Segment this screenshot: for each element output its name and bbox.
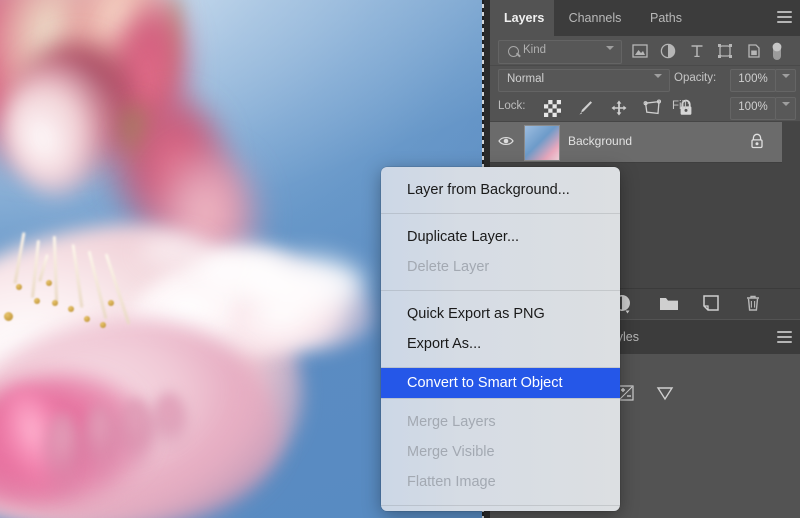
opacity-value: 100% bbox=[731, 73, 775, 85]
tab-paths[interactable]: Paths bbox=[636, 0, 694, 36]
menu-item-label: Delete Layer bbox=[407, 259, 489, 275]
lock-transparent-pixels-icon[interactable] bbox=[538, 97, 567, 119]
menu-pad bbox=[381, 291, 620, 299]
layer-context-menu[interactable]: Layer from Background... Duplicate Layer… bbox=[381, 167, 620, 511]
anther-5 bbox=[84, 316, 90, 322]
adjustment-layer-filter-icon[interactable] bbox=[656, 40, 680, 62]
menu-item-label: Convert to Smart Object bbox=[407, 375, 563, 391]
fill-input[interactable]: 100% bbox=[730, 97, 776, 120]
screen: Layers Channels Paths Kind bbox=[0, 0, 800, 518]
fill-value: 100% bbox=[731, 101, 775, 113]
anther-1 bbox=[16, 284, 22, 290]
tab-paths-label: Paths bbox=[650, 11, 682, 25]
bokeh-highlight-2 bbox=[244, 256, 364, 310]
anther-6 bbox=[100, 322, 106, 328]
menu-item-delete-layer: Delete Layer bbox=[381, 252, 620, 282]
layer-thumbnail[interactable] bbox=[524, 125, 560, 161]
type-layer-filter-icon[interactable] bbox=[685, 40, 709, 62]
tab-layers[interactable]: Layers bbox=[490, 0, 554, 36]
menu-pad bbox=[381, 282, 620, 290]
opacity-stepper[interactable] bbox=[775, 69, 796, 92]
search-icon bbox=[508, 46, 519, 57]
menu-pad bbox=[381, 205, 620, 213]
eye-icon[interactable] bbox=[498, 135, 514, 147]
table-row[interactable]: Background bbox=[490, 122, 782, 163]
tab-channels[interactable]: Channels bbox=[554, 0, 636, 36]
blend-mode-value: Normal bbox=[507, 73, 544, 85]
kind-filter-label: Kind bbox=[523, 44, 546, 56]
menu-top-pad bbox=[381, 167, 620, 175]
menu-pad bbox=[381, 497, 620, 505]
menu-item-export-as[interactable]: Export As... bbox=[381, 329, 620, 359]
new-group-icon[interactable] bbox=[658, 293, 680, 315]
layers-panel-tabbar: Layers Channels Paths bbox=[490, 0, 800, 36]
lock-row: Lock: bbox=[490, 94, 800, 122]
menu-item-merge-layers: Merge Layers bbox=[381, 407, 620, 437]
anther-2 bbox=[34, 298, 40, 304]
menu-item-label: Quick Export as PNG bbox=[407, 306, 545, 322]
opacity-input[interactable]: 100% bbox=[730, 69, 776, 92]
menu-item-label: Merge Layers bbox=[407, 414, 496, 430]
opacity-label: Opacity: bbox=[674, 72, 716, 84]
menu-pad bbox=[381, 214, 620, 222]
lock-artboard-nesting-icon[interactable] bbox=[638, 97, 667, 119]
layer-name[interactable]: Background bbox=[568, 134, 632, 148]
menu-item-quick-export-as-png[interactable]: Quick Export as PNG bbox=[381, 299, 620, 329]
kind-filter-dropdown[interactable]: Kind bbox=[498, 40, 622, 64]
anther-9 bbox=[4, 312, 13, 321]
layer-filter-row: Kind bbox=[490, 36, 800, 66]
menu-item-convert-to-smart-object[interactable]: Convert to Smart Object bbox=[381, 368, 620, 398]
menu-item-layer-from-background[interactable]: Layer from Background... bbox=[381, 175, 620, 205]
bokeh-highlight-3 bbox=[140, 236, 210, 266]
shape-layer-filter-icon[interactable] bbox=[713, 40, 737, 62]
menu-pad bbox=[381, 506, 620, 511]
lock-label: Lock: bbox=[498, 100, 526, 112]
tab-channels-label: Channels bbox=[569, 11, 622, 25]
anther-7 bbox=[46, 280, 52, 286]
tab-layers-label: Layers bbox=[504, 11, 544, 25]
hamburger-icon[interactable] bbox=[777, 331, 792, 343]
vibrance-icon[interactable] bbox=[648, 378, 682, 408]
menu-item-label: Export As... bbox=[407, 336, 481, 352]
fill-stepper[interactable] bbox=[775, 97, 796, 120]
anther-3 bbox=[52, 300, 58, 306]
menu-pad bbox=[381, 399, 620, 407]
delete-layer-icon[interactable] bbox=[743, 293, 765, 315]
pixel-layer-filter-icon[interactable] bbox=[628, 40, 652, 62]
new-layer-icon[interactable] bbox=[701, 293, 723, 315]
menu-pad bbox=[381, 359, 620, 367]
fill-label: Fill: bbox=[672, 100, 690, 112]
menu-item-merge-visible: Merge Visible bbox=[381, 437, 620, 467]
filter-toggle-icon[interactable] bbox=[770, 40, 786, 62]
blend-mode-dropdown[interactable]: Normal bbox=[498, 69, 670, 92]
menu-item-label: Duplicate Layer... bbox=[407, 229, 519, 245]
chevron-down-icon bbox=[606, 50, 613, 54]
menu-item-duplicate-layer[interactable]: Duplicate Layer... bbox=[381, 222, 620, 252]
lock-position-icon[interactable] bbox=[605, 97, 634, 119]
anther-4 bbox=[68, 306, 74, 312]
menu-item-label: Layer from Background... bbox=[407, 182, 570, 198]
lock-icon[interactable] bbox=[750, 133, 764, 149]
menu-item-label: Merge Visible bbox=[407, 444, 495, 460]
menu-item-label: Flatten Image bbox=[407, 474, 496, 490]
hamburger-icon[interactable] bbox=[777, 11, 792, 23]
blend-mode-row: Normal Opacity: 100% bbox=[490, 66, 800, 94]
anther-8 bbox=[108, 300, 114, 306]
filter-type-icons bbox=[628, 40, 786, 62]
lock-image-pixels-icon[interactable] bbox=[571, 97, 600, 119]
smart-object-filter-icon[interactable] bbox=[742, 40, 766, 62]
menu-item-flatten-image: Flatten Image bbox=[381, 467, 620, 497]
